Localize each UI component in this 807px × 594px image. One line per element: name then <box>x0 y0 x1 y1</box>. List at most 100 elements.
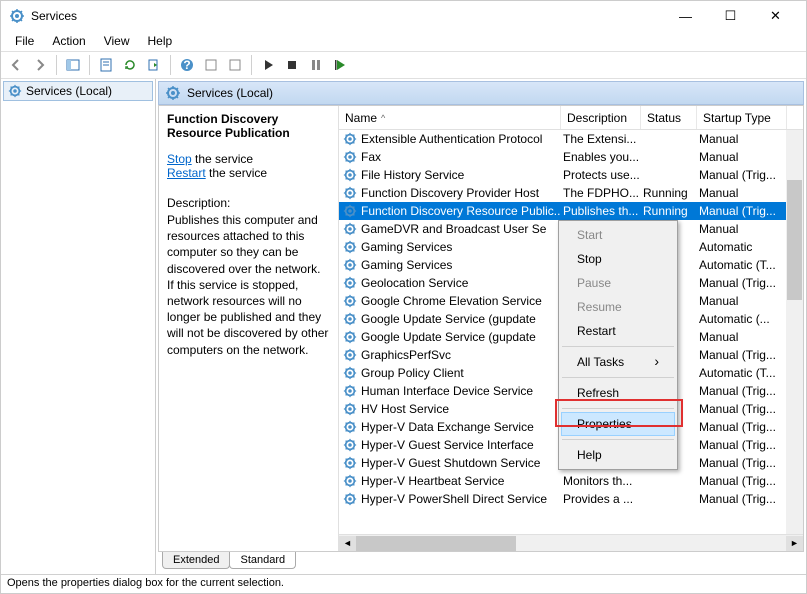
scrollbar-thumb[interactable] <box>356 536 516 551</box>
col-startup-type[interactable]: Startup Type <box>697 106 787 129</box>
properties-button[interactable] <box>95 54 117 76</box>
menu-view[interactable]: View <box>96 32 138 50</box>
service-name: Hyper-V Data Exchange Service <box>361 420 534 434</box>
service-row[interactable]: Hyper-V Heartbeat ServiceMonitors th...M… <box>339 472 803 490</box>
tab-standard[interactable]: Standard <box>229 552 296 569</box>
ctx-stop[interactable]: Stop <box>561 247 675 271</box>
gear-icon <box>343 132 357 146</box>
play-icon[interactable] <box>257 54 279 76</box>
ctx-properties[interactable]: Properties <box>561 412 675 436</box>
service-name: Google Update Service (gupdate <box>361 312 536 326</box>
col-name[interactable]: Name^ <box>339 106 561 129</box>
column-headers: Name^ Description Status Startup Type <box>339 106 803 130</box>
gear-icon <box>343 366 357 380</box>
gear-icon <box>343 384 357 398</box>
menubar: File Action View Help <box>1 31 806 51</box>
stop-link[interactable]: Stop <box>167 152 192 166</box>
service-name: Extensible Authentication Protocol <box>361 132 542 146</box>
service-startup-type: Manual <box>697 186 787 200</box>
service-row[interactable]: FaxEnables you...Manual <box>339 148 803 166</box>
gear-icon <box>343 204 357 218</box>
ctx-help[interactable]: Help <box>561 443 675 467</box>
detail-title: Function Discovery Resource Publication <box>167 112 330 140</box>
forward-button[interactable] <box>29 54 51 76</box>
gear-icon <box>343 420 357 434</box>
scroll-right-icon[interactable]: ► <box>786 536 803 551</box>
service-startup-type: Manual (Trig... <box>697 168 787 182</box>
service-name: Geolocation Service <box>361 276 468 290</box>
minimize-button[interactable]: — <box>663 2 708 30</box>
description-label: Description: <box>167 196 330 210</box>
scroll-left-icon[interactable]: ◄ <box>339 536 356 551</box>
detail-pane: Function Discovery Resource Publication … <box>159 106 339 551</box>
ctx-restart[interactable]: Restart <box>561 319 675 343</box>
gear-icon <box>343 474 357 488</box>
vertical-scrollbar[interactable] <box>786 130 803 534</box>
service-row[interactable]: Function Discovery Provider HostThe FDPH… <box>339 184 803 202</box>
context-menu: Start Stop Pause Resume Restart All Task… <box>558 220 678 470</box>
service-name: Function Discovery Resource Public... <box>361 204 561 218</box>
gear-icon <box>343 240 357 254</box>
service-name: HV Host Service <box>361 402 449 416</box>
ctx-all-tasks[interactable]: All Tasks <box>561 350 675 374</box>
service-startup-type: Manual (Trig... <box>697 438 787 452</box>
service-startup-type: Manual (Trig... <box>697 276 787 290</box>
nav-services-local[interactable]: Services (Local) <box>3 81 153 101</box>
service-description: The Extensi... <box>561 132 641 146</box>
pause-icon[interactable] <box>305 54 327 76</box>
gear-icon <box>343 492 357 506</box>
close-button[interactable]: ✕ <box>753 2 798 30</box>
ctx-refresh[interactable]: Refresh <box>561 381 675 405</box>
tab-extended[interactable]: Extended <box>162 552 230 569</box>
ctx-pause: Pause <box>561 271 675 295</box>
maximize-button[interactable]: ☐ <box>708 2 753 30</box>
service-name: GraphicsPerfSvc <box>361 348 451 362</box>
gear-icon <box>343 186 357 200</box>
gear-icon <box>343 312 357 326</box>
app-icon <box>9 8 25 24</box>
help-button[interactable]: ? <box>176 54 198 76</box>
service-description: The FDPHO... <box>561 186 641 200</box>
menu-help[interactable]: Help <box>140 32 181 50</box>
unknown-icon-2[interactable] <box>224 54 246 76</box>
service-startup-type: Manual (Trig... <box>697 474 787 488</box>
gear-icon <box>343 276 357 290</box>
service-name: File History Service <box>361 168 464 182</box>
window-title: Services <box>31 9 663 23</box>
toolbar: ? <box>1 51 806 79</box>
col-description[interactable]: Description <box>561 106 641 129</box>
gear-icon <box>343 438 357 452</box>
service-name: GameDVR and Broadcast User Se <box>361 222 546 236</box>
ctx-separator <box>562 408 674 409</box>
menu-action[interactable]: Action <box>44 32 93 50</box>
menu-file[interactable]: File <box>7 32 42 50</box>
unknown-icon[interactable] <box>200 54 222 76</box>
restart-icon[interactable] <box>329 54 351 76</box>
service-name: Google Update Service (gupdate <box>361 330 536 344</box>
service-startup-type: Manual (Trig... <box>697 402 787 416</box>
col-status[interactable]: Status <box>641 106 697 129</box>
sort-asc-icon: ^ <box>381 113 385 123</box>
service-row[interactable]: Extensible Authentication Protocol The Ex… <box>339 130 803 148</box>
service-name: Group Policy Client <box>361 366 464 380</box>
restart-link[interactable]: Restart <box>167 166 206 180</box>
horizontal-scrollbar[interactable]: ◄ ► <box>339 534 803 551</box>
show-hide-tree-button[interactable] <box>62 54 84 76</box>
scrollbar-thumb[interactable] <box>787 180 802 300</box>
refresh-button[interactable] <box>119 54 141 76</box>
service-row[interactable]: File History ServiceProtects use...Manua… <box>339 166 803 184</box>
service-startup-type: Manual (Trig... <box>697 420 787 434</box>
service-startup-type: Manual (Trig... <box>697 384 787 398</box>
nav-tree: Services (Local) <box>1 79 156 574</box>
gear-icon <box>343 330 357 344</box>
ctx-resume: Resume <box>561 295 675 319</box>
service-row[interactable]: Function Discovery Resource Public...Pub… <box>339 202 803 220</box>
gear-icon <box>343 348 357 362</box>
service-row[interactable]: Hyper-V PowerShell Direct ServiceProvide… <box>339 490 803 508</box>
gear-icon <box>165 85 181 101</box>
stop-icon[interactable] <box>281 54 303 76</box>
service-description: Provides a ... <box>561 492 641 506</box>
export-button[interactable] <box>143 54 165 76</box>
gear-icon <box>343 222 357 236</box>
back-button[interactable] <box>5 54 27 76</box>
